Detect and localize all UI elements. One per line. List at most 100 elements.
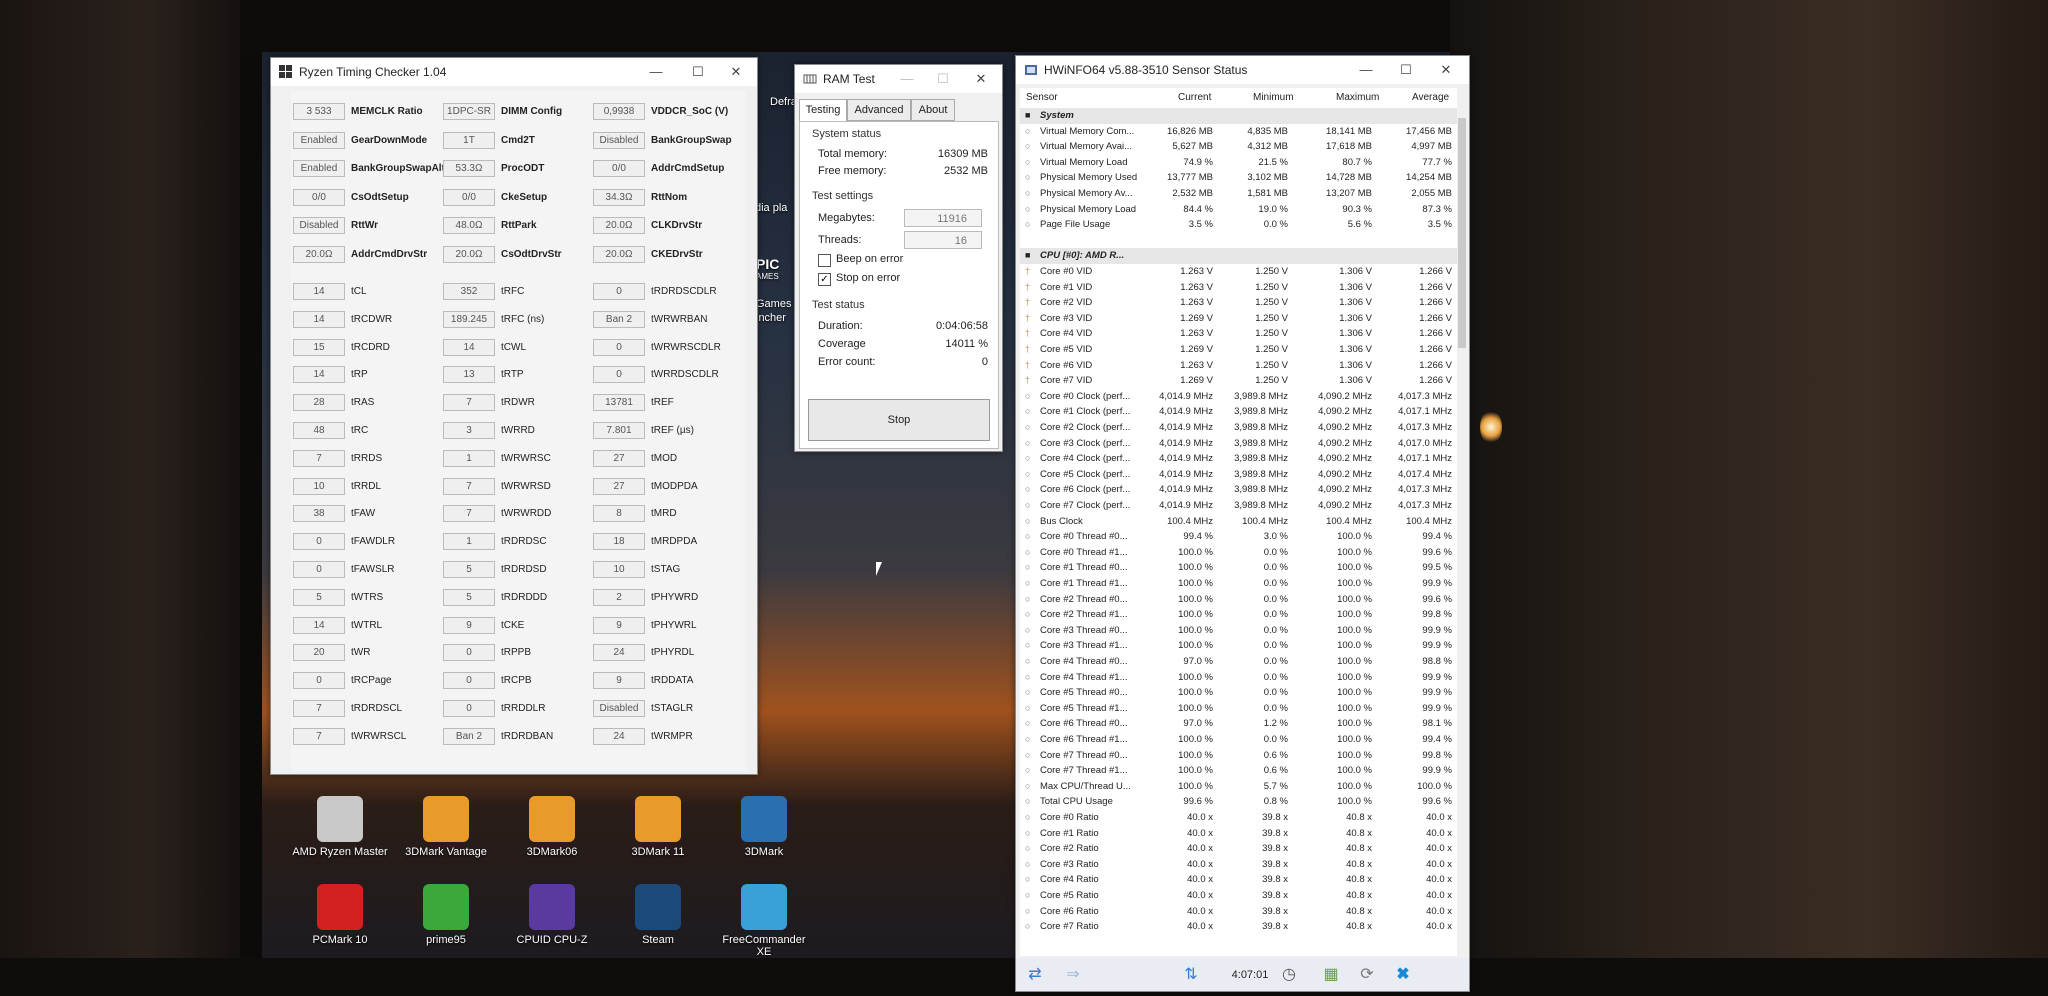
arrows-skip-icon[interactable]: ⇒ [1058,964,1088,986]
sensor-row[interactable]: ○ Virtual Memory Load 74.9 % 21.5 % 80.7 % 77… [1020,155,1457,171]
sensor-row[interactable]: ○ Core #1 Clock (perf... 4,014.9 MHz 3,989.… [1020,404,1457,420]
sensor-row[interactable]: ○ Core #4 Thread #0... 97.0 % 0.0 % 100.0 % 9… [1020,654,1457,670]
sensor-row[interactable]: ○ Bus Clock 100.4 MHz 100.4 MHz 100.4 MHz 100… [1020,514,1457,530]
vertical-scrollbar[interactable] [1457,88,1467,956]
clock-icon[interactable]: ◷ [1274,964,1304,986]
maximize-icon[interactable]: ☐ [1387,56,1425,84]
tab-advanced[interactable]: Advanced [847,99,911,121]
sensor-row[interactable]: ○ Core #4 Thread #1... 100.0 % 0.0 % 100.0 %… [1020,670,1457,686]
close-sensors-icon[interactable]: ✖ [1388,964,1418,986]
hwinfo-titlebar[interactable]: HWiNFO64 v5.88-3510 Sensor Status — ☐ ✕ [1016,56,1469,84]
sensor-row[interactable]: ○ Core #6 Clock (perf... 4,014.9 MHz 3,989.… [1020,482,1457,498]
desktop-shortcut[interactable]: PCMark 10 [292,884,388,946]
column-header[interactable]: Minimum [1253,92,1294,103]
desktop-shortcut[interactable]: Steam [610,884,706,946]
sensor-row[interactable]: ○ Core #4 Ratio 40.0 x 39.8 x 40.8 x 40.0 x [1020,872,1457,888]
stop-on-error-checkbox[interactable]: ✓ [818,273,831,286]
desktop-shortcut[interactable]: AMD Ryzen Master [292,796,388,858]
close-icon[interactable]: ✕ [962,65,1000,93]
sensor-group-header[interactable]: ■ CPU [#0]: AMD R... [1020,248,1457,264]
sensor-row[interactable]: ○ Virtual Memory Com... 16,826 MB 4,835 MB 1… [1020,124,1457,140]
column-header[interactable]: Maximum [1336,92,1379,103]
desktop-shortcut[interactable]: 3DMark Vantage [398,796,494,858]
sensor-row[interactable]: ○ Max CPU/Thread U... 100.0 % 5.7 % 100.0 % 1… [1020,779,1457,795]
sensor-row[interactable]: ○ Core #7 Thread #1... 100.0 % 0.6 % 100.0 %… [1020,763,1457,779]
sensor-row[interactable]: ○ Core #2 Ratio 40.0 x 39.8 x 40.8 x 40.0 x [1020,841,1457,857]
sensor-row[interactable]: † Core #7 VID 1.269 V 1.250 V 1.306 V 1.266 V [1020,373,1457,389]
sensor-row[interactable]: ○ Core #3 Clock (perf... 4,014.9 MHz 3,989.… [1020,436,1457,452]
sensor-row[interactable]: ○ Core #3 Thread #0... 100.0 % 0.0 % 100.0 %… [1020,623,1457,639]
sensor-row[interactable]: ○ Core #6 Thread #0... 97.0 % 1.2 % 100.0 % 9… [1020,716,1457,732]
timing-value: 9 [593,616,645,634]
sensor-row[interactable]: ○ Core #3 Thread #1... 100.0 % 0.0 % 100.0 %… [1020,638,1457,654]
column-header[interactable]: Average [1412,92,1449,103]
maximize-icon[interactable]: ☐ [679,58,717,86]
desktop-shortcut[interactable]: 3DMark 11 [610,796,706,858]
tab-about[interactable]: About [911,99,955,121]
sensor-row[interactable]: ○ Core #0 Thread #0... 99.4 % 3.0 % 100.0 % 9… [1020,529,1457,545]
sensor-row[interactable]: ○ Page File Usage 3.5 % 0.0 % 5.6 % 3.5 % [1020,217,1457,233]
sensor-row[interactable]: ○ Core #1 Thread #1... 100.0 % 0.0 % 100.0 %… [1020,576,1457,592]
sensor-row[interactable]: ○ Core #1 Thread #0... 100.0 % 0.0 % 100.0 %… [1020,560,1457,576]
sensor-row[interactable]: † Core #0 VID 1.263 V 1.250 V 1.306 V 1.266 V [1020,264,1457,280]
scrollbar-thumb[interactable] [1458,118,1466,348]
sensor-row[interactable]: ○ Physical Memory Used 13,777 MB 3,102 MB 14… [1020,170,1457,186]
sensor-row[interactable]: ○ Core #7 Ratio 40.0 x 39.8 x 40.8 x 40.0 x [1020,919,1457,935]
sensor-row[interactable]: ○ Core #0 Clock (perf... 4,014.9 MHz 3,989.… [1020,389,1457,405]
megabytes-input[interactable]: 11916 [904,209,982,227]
column-header[interactable]: Current [1178,92,1211,103]
ramtest-titlebar[interactable]: RAM Test — ☐ ✕ [795,65,1002,93]
add-report-icon[interactable]: ▦ [1316,964,1346,986]
sensor-row[interactable]: ○ Core #6 Ratio 40.0 x 39.8 x 40.8 x 40.0 x [1020,904,1457,920]
sensor-row[interactable]: ○ Core #4 Clock (perf... 4,014.9 MHz 3,989.… [1020,451,1457,467]
sensor-row[interactable]: ○ Core #5 Ratio 40.0 x 39.8 x 40.8 x 40.0 x [1020,888,1457,904]
sensor-row[interactable]: † Core #4 VID 1.263 V 1.250 V 1.306 V 1.266 V [1020,326,1457,342]
beep-on-error-checkbox[interactable] [818,254,831,267]
sensor-row[interactable]: ○ Core #3 Ratio 40.0 x 39.8 x 40.8 x 40.0 x [1020,857,1457,873]
stop-button[interactable]: Stop [808,399,990,441]
sensor-row[interactable]: ○ Core #1 Ratio 40.0 x 39.8 x 40.8 x 40.0 x [1020,826,1457,842]
sensor-row[interactable]: ○ Core #5 Thread #0... 100.0 % 0.0 % 100.0 %… [1020,685,1457,701]
rtc-titlebar[interactable]: Ryzen Timing Checker 1.04 — ☐ ✕ [271,58,757,86]
sensor-row[interactable]: ○ Total CPU Usage 99.6 % 0.8 % 100.0 % 99.6 % [1020,794,1457,810]
desktop-shortcut[interactable]: 3DMark [716,796,812,858]
sensor-row[interactable]: ○ Core #6 Thread #1... 100.0 % 0.0 % 100.0 %… [1020,732,1457,748]
tab-testing[interactable]: Testing [799,99,847,123]
sensor-row[interactable]: ○ Core #2 Clock (perf... 4,014.9 MHz 3,989.… [1020,420,1457,436]
desktop-shortcut[interactable]: CPUID CPU-Z [504,884,600,946]
sensor-row[interactable]: † Core #2 VID 1.263 V 1.250 V 1.306 V 1.266 V [1020,295,1457,311]
desktop-shortcut[interactable]: 3DMark06 [504,796,600,858]
sensor-row[interactable]: ○ Physical Memory Av... 2,532 MB 1,581 MB 13… [1020,186,1457,202]
sensor-group-header[interactable]: ■ System [1020,108,1457,124]
desktop-label-partial[interactable]: incher [756,312,786,324]
desktop-shortcut[interactable]: FreeCommander XE [716,884,812,958]
sensor-row[interactable]: ○ Physical Memory Load 84.4 % 19.0 % 90.3 % 8… [1020,202,1457,218]
minimize-icon[interactable]: — [1347,56,1385,84]
sensor-row[interactable]: ○ Core #2 Thread #1... 100.0 % 0.0 % 100.0 %… [1020,607,1457,623]
sensor-row[interactable]: ○ Core #7 Clock (perf... 4,014.9 MHz 3,989.… [1020,498,1457,514]
network-icon[interactable]: ⇅ [1176,964,1206,986]
sensor-row[interactable]: ○ Virtual Memory Avai... 5,627 MB 4,312 MB 1… [1020,139,1457,155]
sensor-row[interactable]: ○ Core #2 Thread #0... 100.0 % 0.0 % 100.0 %… [1020,592,1457,608]
sensor-row[interactable]: ○ Core #0 Ratio 40.0 x 39.8 x 40.8 x 40.0 x [1020,810,1457,826]
sensor-row[interactable]: ○ Core #5 Clock (perf... 4,014.9 MHz 3,989.… [1020,467,1457,483]
sensor-row[interactable]: ○ Core #5 Thread #1... 100.0 % 0.0 % 100.0 %… [1020,701,1457,717]
desktop-shortcut[interactable]: prime95 [398,884,494,946]
sensor-row[interactable]: † Core #5 VID 1.269 V 1.250 V 1.306 V 1.266 V [1020,342,1457,358]
minimize-icon[interactable]: — [888,65,926,93]
sensor-row[interactable]: † Core #3 VID 1.269 V 1.250 V 1.306 V 1.266 V [1020,311,1457,327]
threads-input[interactable]: 16 [904,231,982,249]
maximize-icon[interactable]: ☐ [924,65,962,93]
minimize-icon[interactable]: — [637,58,675,86]
sensor-row[interactable]: † Core #6 VID 1.263 V 1.250 V 1.306 V 1.266 V [1020,358,1457,374]
close-icon[interactable]: ✕ [1427,56,1465,84]
desktop-label-partial[interactable]: Games [756,298,791,310]
arrows-left-right-icon[interactable]: ⇄ [1020,964,1050,986]
close-icon[interactable]: ✕ [717,58,755,86]
sensor-row[interactable]: ○ Core #0 Thread #1... 100.0 % 0.0 % 100.0 %… [1020,545,1457,561]
sensor-row[interactable]: ○ Core #7 Thread #0... 100.0 % 0.6 % 100.0 %… [1020,748,1457,764]
reset-icon[interactable]: ⟳ [1352,964,1382,986]
sensor-row[interactable]: † Core #1 VID 1.263 V 1.250 V 1.306 V 1.266 V [1020,280,1457,296]
column-header[interactable]: Sensor [1026,92,1058,103]
desktop-label-partial[interactable]: dia pla [755,202,787,214]
